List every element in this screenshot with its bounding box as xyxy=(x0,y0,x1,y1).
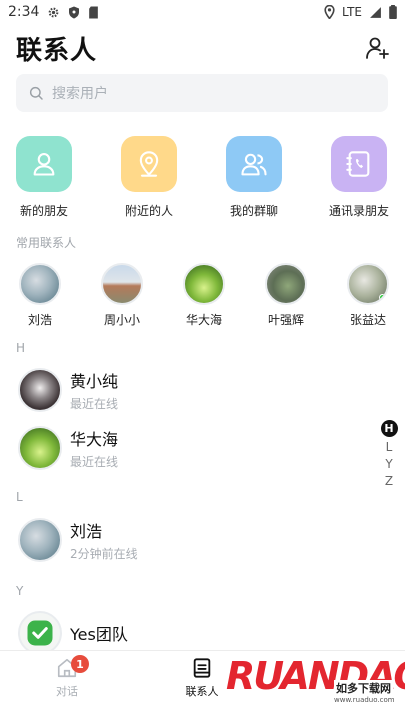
search-icon xyxy=(29,86,43,100)
shield-icon xyxy=(68,6,80,19)
search-input[interactable]: 搜索用户 xyxy=(16,74,388,112)
avatar xyxy=(18,368,62,412)
alpha-index-letter[interactable]: Y xyxy=(385,457,392,471)
tab-label: 对话 xyxy=(56,685,78,698)
signal-icon xyxy=(369,6,382,19)
quick-phonebook-friends[interactable]: 通讯录朋友 xyxy=(314,136,404,219)
quick-label: 新的朋友 xyxy=(19,204,68,218)
sd-card-icon xyxy=(88,6,99,19)
alpha-index-active[interactable]: H xyxy=(380,420,398,437)
contact-name: 刘浩 xyxy=(70,522,103,541)
frequent-contact-name: 叶强辉 xyxy=(267,313,304,327)
quick-tile xyxy=(16,136,72,192)
quick-nearby-people[interactable]: 附近的人 xyxy=(104,136,194,219)
page-title: 联系人 xyxy=(16,35,98,66)
frequent-contact[interactable]: 华大海 xyxy=(174,263,234,328)
search-placeholder: 搜索用户 xyxy=(52,86,108,102)
frequent-contact-name: 周小小 xyxy=(103,313,140,327)
contact-row[interactable]: 刘浩 2分钟前在线 xyxy=(18,516,358,564)
group-icon xyxy=(241,153,267,176)
alphabet-index[interactable]: H L Y Z xyxy=(379,420,399,488)
add-user-icon xyxy=(366,37,389,59)
tab-conversations[interactable]: 1 对话 xyxy=(27,655,107,699)
contact-row[interactable]: 黄小纯 最近在线 xyxy=(18,366,358,414)
contact-status: 2分钟前在线 xyxy=(70,547,138,561)
quick-label: 通讯录朋友 xyxy=(328,204,389,218)
group-letter: H xyxy=(16,341,26,355)
watermark-cn: 如多下载网 xyxy=(334,680,393,696)
avatar xyxy=(18,611,62,655)
frequent-section-label: 常用联系人 xyxy=(16,236,77,250)
status-bar: 2:34 LTE xyxy=(0,0,405,24)
quick-new-friends[interactable]: 新的朋友 xyxy=(0,136,89,219)
alpha-index-letter[interactable]: L xyxy=(386,440,393,454)
avatar xyxy=(101,263,143,305)
quick-tile xyxy=(331,136,387,192)
alpha-index-letter[interactable]: Z xyxy=(385,474,393,488)
avatar xyxy=(18,426,62,470)
phonebook-icon xyxy=(346,151,370,177)
avatar xyxy=(347,263,389,305)
battery-icon xyxy=(389,5,397,19)
quick-label: 我的群聊 xyxy=(229,204,278,218)
quick-tile xyxy=(121,136,177,192)
frequent-contact-name: 刘浩 xyxy=(27,313,52,327)
location-pin-icon xyxy=(139,151,159,177)
frequent-contact-name: 华大海 xyxy=(185,313,222,327)
watermark-url: www.ruaduo.com xyxy=(334,696,395,704)
check-icon xyxy=(27,620,53,646)
quick-tile xyxy=(226,136,282,192)
frequent-contact[interactable]: 刘浩 xyxy=(10,263,70,328)
contacts-book-icon xyxy=(193,658,211,678)
contact-status: 最近在线 xyxy=(70,455,119,469)
frequent-contact[interactable]: 叶强辉 xyxy=(256,263,316,328)
add-user-button[interactable] xyxy=(363,34,391,62)
contact-name: Yes团队 xyxy=(70,625,128,644)
header: 联系人 xyxy=(16,30,391,66)
gear-icon xyxy=(47,6,60,19)
quick-my-groups[interactable]: 我的群聊 xyxy=(209,136,299,219)
location-icon xyxy=(324,5,335,19)
quick-label: 附近的人 xyxy=(124,204,173,218)
avatar xyxy=(183,263,225,305)
group-letter: L xyxy=(16,490,23,504)
unread-badge: 1 xyxy=(71,655,89,673)
contact-row[interactable]: 华大海 最近在线 xyxy=(18,424,358,472)
contact-status: 最近在线 xyxy=(70,397,119,411)
tab-label: 联系人 xyxy=(185,685,219,698)
status-time: 2:34 xyxy=(8,4,40,20)
watermark-logo: RUANDAO 如多下载网 www.ruaduo.com xyxy=(226,650,405,716)
quick-actions: 新的朋友 附近的人 我的群聊 通讯录朋友 xyxy=(0,136,405,220)
network-type: LTE xyxy=(342,5,362,19)
avatar xyxy=(18,518,62,562)
group-letter: Y xyxy=(16,584,24,598)
frequent-contact-name: 张益达 xyxy=(349,313,386,327)
avatar xyxy=(265,263,307,305)
frequent-contact[interactable]: 周小小 xyxy=(92,263,152,328)
avatar xyxy=(19,263,61,305)
contact-name: 华大海 xyxy=(70,430,119,449)
contact-name: 黄小纯 xyxy=(70,372,119,391)
frequent-contact[interactable]: 张益达 xyxy=(338,263,398,328)
frequent-contacts: 刘浩 周小小 华大海 叶强辉 张益达 xyxy=(0,263,405,333)
person-icon xyxy=(33,153,55,176)
online-indicator xyxy=(379,294,386,301)
